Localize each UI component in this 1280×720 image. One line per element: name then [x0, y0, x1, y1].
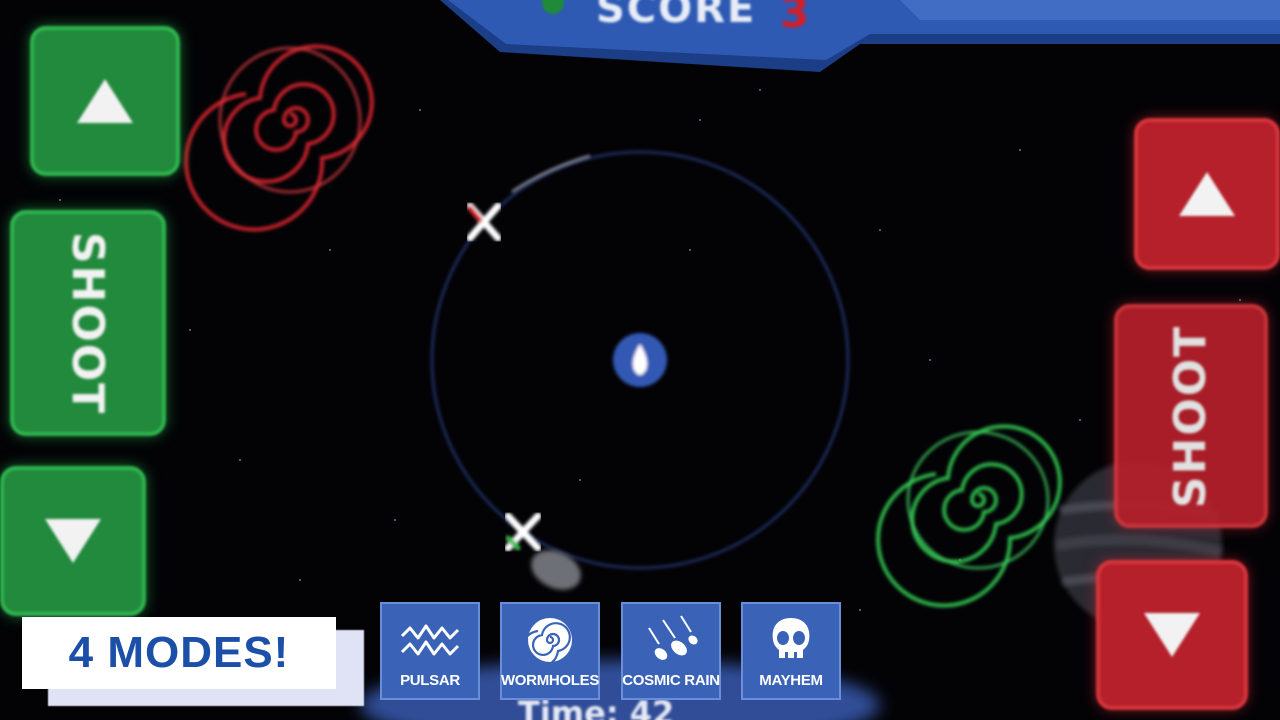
triangle-up-icon: [77, 79, 133, 123]
mode-tile-wormholes[interactable]: WORMHOLES: [500, 602, 600, 700]
mode-tile-mayhem[interactable]: MAYHEM: [741, 602, 841, 700]
green-wormhole-icon: [876, 424, 1062, 608]
red-ship-icon: [466, 202, 502, 242]
modes-banner: 4 MODES!: [22, 617, 336, 689]
mode-label: MAYHEM: [759, 672, 823, 689]
red-wormhole-icon: [184, 44, 374, 232]
right-shoot-button[interactable]: SHOOT: [1114, 304, 1268, 528]
right-down-button[interactable]: [1096, 560, 1248, 710]
right-up-button[interactable]: [1134, 118, 1280, 270]
green-ship-icon: [504, 512, 542, 552]
left-down-button[interactable]: [0, 466, 146, 616]
skull-icon: [772, 618, 810, 658]
left-shoot-label: SHOOT: [62, 231, 114, 415]
left-shoot-button[interactable]: SHOOT: [10, 210, 166, 436]
triangle-down-icon: [1144, 613, 1200, 657]
mode-tile-pulsar[interactable]: PULSAR: [380, 602, 480, 700]
mode-label: COSMIC RAIN: [622, 672, 720, 689]
mode-label: WORMHOLES: [500, 672, 600, 689]
triangle-down-icon: [45, 519, 101, 563]
modes-banner-text: 4 MODES!: [68, 628, 290, 677]
spiral-icon: [521, 618, 572, 668]
mode-tile-cosmic-rain[interactable]: COSMIC RAIN: [621, 602, 721, 700]
mode-label: PULSAR: [400, 672, 460, 689]
right-shoot-label: SHOOT: [1165, 324, 1217, 508]
zigzag-wave-icon: [400, 624, 460, 656]
triangle-up-icon: [1179, 172, 1235, 216]
left-up-button[interactable]: [30, 26, 180, 176]
center-star-icon: [613, 333, 667, 387]
game-screen: SCORE 3 SHOOT SHOOT Time: 42 4 MODES! PU…: [0, 0, 1280, 720]
falling-comets-icon: [648, 615, 698, 660]
